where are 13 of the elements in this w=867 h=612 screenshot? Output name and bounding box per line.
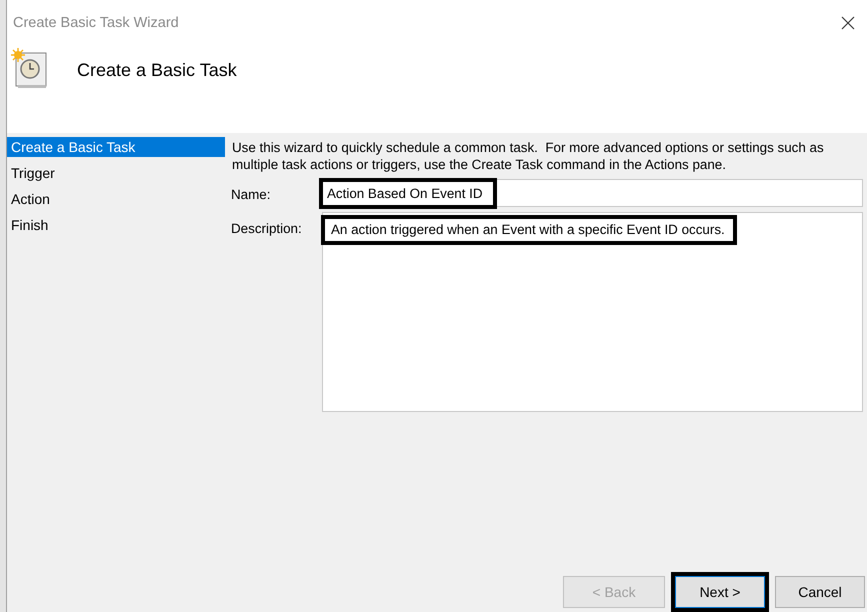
wizard-step[interactable]: Finish bbox=[7, 215, 225, 235]
wizard-step[interactable]: Create a Basic Task bbox=[7, 137, 225, 157]
name-label: Name: bbox=[231, 186, 272, 202]
description-label: Description: bbox=[231, 220, 303, 236]
name-field[interactable]: Action Based On Event ID bbox=[320, 179, 863, 207]
close-icon[interactable] bbox=[841, 16, 855, 30]
description-field[interactable]: An action triggered when an Event with a specific Event ID occurs. bbox=[322, 212, 863, 412]
window-title: Create Basic Task Wizard bbox=[13, 14, 179, 30]
cancel-button[interactable]: Cancel bbox=[775, 576, 865, 608]
wizard-step[interactable]: Action bbox=[7, 189, 225, 209]
page-title: Create a Basic Task bbox=[77, 60, 237, 81]
wizard-step[interactable]: Trigger bbox=[7, 163, 225, 183]
intro-text: Use this wizard to quickly schedule a common task. For more advanced options or settings such as multiple task actions or triggers, use the Create Task command in the Actions pane. bbox=[232, 139, 825, 173]
